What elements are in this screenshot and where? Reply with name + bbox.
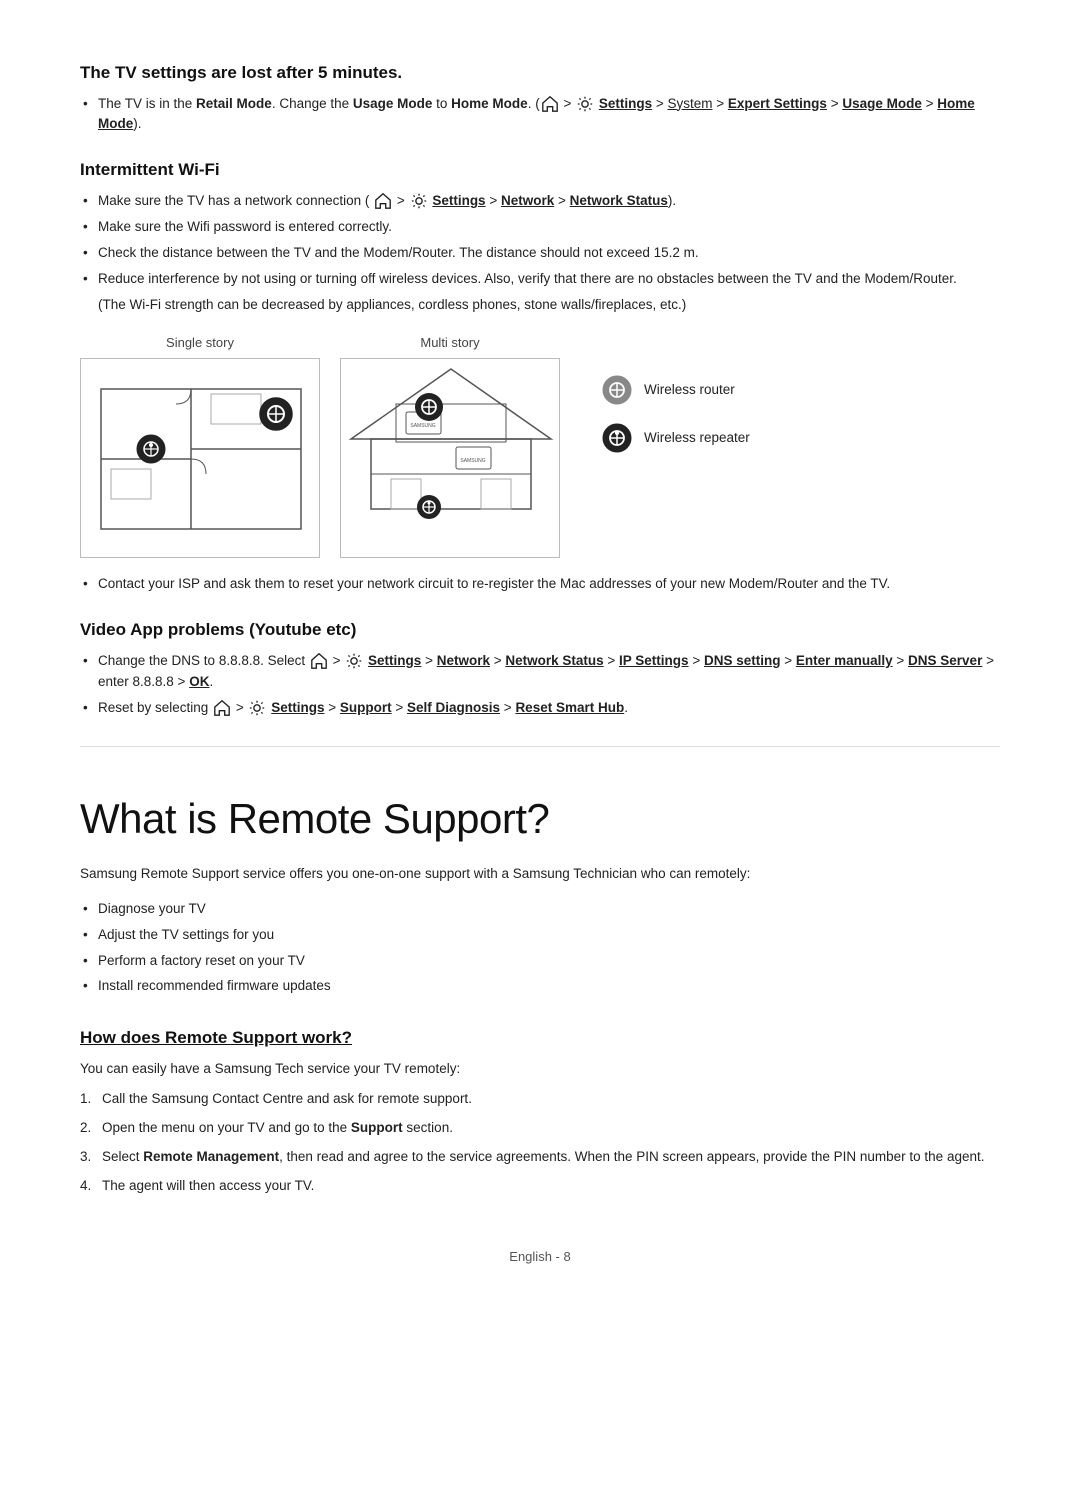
video-app-section: Video App problems (Youtube etc) Change … <box>80 617 1000 718</box>
wifi-diagram: Single story <box>80 333 1000 559</box>
router-legend-label: Wireless router <box>644 380 735 400</box>
remote-support-title: What is Remote Support? <box>80 787 1000 850</box>
video-app-bullet-2: Reset by selecting > Settings > Support … <box>80 698 1000 719</box>
repeater-legend-label: Wireless repeater <box>644 428 750 448</box>
gear-icon-inline-1 <box>576 95 594 113</box>
video-app-title: Video App problems (Youtube etc) <box>80 617 1000 643</box>
settings-wifi-link: Settings <box>432 193 485 208</box>
wifi-bullet-3: Check the distance between the TV and th… <box>80 243 1000 264</box>
home-icon-inline <box>541 95 559 113</box>
remote-support-steps: 1. Call the Samsung Contact Centre and a… <box>80 1089 1000 1197</box>
wifi-title: Intermittent Wi-Fi <box>80 157 1000 183</box>
wifi-note: (The Wi-Fi strength can be decreased by … <box>98 295 1000 315</box>
svg-text:SAMSUNG: SAMSUNG <box>410 423 435 429</box>
wifi-bullet-1: Make sure the TV has a network connectio… <box>80 191 1000 212</box>
tv-settings-list: The TV is in the Retail Mode. Change the… <box>80 94 1000 136</box>
how-remote-support-intro: You can easily have a Samsung Tech servi… <box>80 1059 1000 1079</box>
remote-support-bullets: Diagnose your TV Adjust the TV settings … <box>80 899 1000 998</box>
step-4: 4. The agent will then access your TV. <box>80 1176 1000 1197</box>
remote-bullet-4: Install recommended firmware updates <box>80 976 1000 997</box>
wifi-contact-list: Contact your ISP and ask them to reset y… <box>80 574 1000 595</box>
wifi-bullet-2: Make sure the Wifi password is entered c… <box>80 217 1000 238</box>
ip-settings-link: IP Settings <box>619 653 689 668</box>
single-story-diagram: Single story <box>80 333 320 559</box>
remote-bullet-2: Adjust the TV settings for you <box>80 925 1000 946</box>
divider <box>80 746 1000 747</box>
wifi-bullet-4: Reduce interference by not using or turn… <box>80 269 1000 290</box>
remote-mgmt-text: Remote Management <box>143 1149 279 1164</box>
multi-story-label: Multi story <box>420 333 479 353</box>
multi-story-diagram: Multi story SAMSUNG SAMSUNG <box>340 333 560 559</box>
dns-setting-link: DNS setting <box>704 653 781 668</box>
ok-link: OK <box>189 674 209 689</box>
wifi-contact-bullet: Contact your ISP and ask them to reset y… <box>80 574 1000 595</box>
remote-bullet-3: Perform a factory reset on your TV <box>80 951 1000 972</box>
tv-settings-section: The TV settings are lost after 5 minutes… <box>80 60 1000 135</box>
step-4-text: The agent will then access your TV. <box>102 1178 314 1193</box>
self-diagnosis-link: Self Diagnosis <box>407 700 500 715</box>
network-video-link: Network <box>437 653 490 668</box>
home-mode-text: Home Mode <box>451 96 528 111</box>
step-1-text: Call the Samsung Contact Centre and ask … <box>102 1091 472 1106</box>
dns-server-link: DNS Server <box>908 653 982 668</box>
repeater-legend-icon <box>600 421 634 455</box>
step-3: 3. Select Remote Management, then read a… <box>80 1147 1000 1168</box>
usage-mode-text: Usage Mode <box>353 96 433 111</box>
tv-settings-bullet-1: The TV is in the Retail Mode. Change the… <box>80 94 1000 136</box>
legend-repeater: Wireless repeater <box>600 421 750 455</box>
tv-settings-title: The TV settings are lost after 5 minutes… <box>80 60 1000 86</box>
router-legend-icon <box>600 373 634 407</box>
step-4-num: 4. <box>80 1176 91 1197</box>
network-link: Network <box>501 193 554 208</box>
wifi-legend: Wireless router Wireless repeater <box>600 373 750 455</box>
retail-mode-text: Retail Mode <box>196 96 272 111</box>
how-remote-support-section: How does Remote Support work? You can ea… <box>80 1025 1000 1196</box>
single-story-svg <box>80 358 320 558</box>
wifi-section: Intermittent Wi-Fi Make sure the TV has … <box>80 157 1000 595</box>
how-remote-support-title: How does Remote Support work? <box>80 1025 1000 1051</box>
gear-icon-video-1 <box>345 652 363 670</box>
svg-text:SAMSUNG: SAMSUNG <box>460 458 485 464</box>
support-step-text: Support <box>351 1120 403 1135</box>
gear-icon-video-2 <box>248 699 266 717</box>
support-link: Support <box>340 700 392 715</box>
single-story-label: Single story <box>166 333 234 353</box>
page-footer: English - 8 <box>80 1247 1000 1267</box>
gear-icon-wifi-1 <box>410 192 428 210</box>
reset-smart-hub-link: Reset Smart Hub <box>515 700 624 715</box>
settings-video-link: Settings <box>368 653 421 668</box>
network-status-link: Network Status <box>570 193 668 208</box>
multi-story-svg: SAMSUNG SAMSUNG <box>340 358 560 558</box>
remote-support-intro: Samsung Remote Support service offers yo… <box>80 864 1000 884</box>
legend-router: Wireless router <box>600 373 750 407</box>
remote-bullet-1: Diagnose your TV <box>80 899 1000 920</box>
enter-manually-link: Enter manually <box>796 653 893 668</box>
footer-text: English - 8 <box>509 1249 570 1264</box>
home-icon-wifi-1 <box>374 192 392 210</box>
settings-video-2-link: Settings <box>271 700 324 715</box>
wifi-list: Make sure the TV has a network connectio… <box>80 191 1000 290</box>
expert-settings-link: Expert Settings <box>728 96 827 111</box>
step-2: 2. Open the menu on your TV and go to th… <box>80 1118 1000 1139</box>
home-icon-video-1 <box>310 652 328 670</box>
settings-link-1: Settings <box>599 96 652 111</box>
step-2-num: 2. <box>80 1118 91 1139</box>
network-status-video-link: Network Status <box>505 653 603 668</box>
step-1: 1. Call the Samsung Contact Centre and a… <box>80 1089 1000 1110</box>
usage-mode-link: Usage Mode <box>842 96 922 111</box>
video-app-bullet-1: Change the DNS to 8.8.8.8. Select > Sett… <box>80 651 1000 693</box>
system-link: System <box>668 96 713 111</box>
video-app-list: Change the DNS to 8.8.8.8. Select > Sett… <box>80 651 1000 719</box>
home-icon-video-2 <box>213 699 231 717</box>
step-1-num: 1. <box>80 1089 91 1110</box>
step-3-num: 3. <box>80 1147 91 1168</box>
